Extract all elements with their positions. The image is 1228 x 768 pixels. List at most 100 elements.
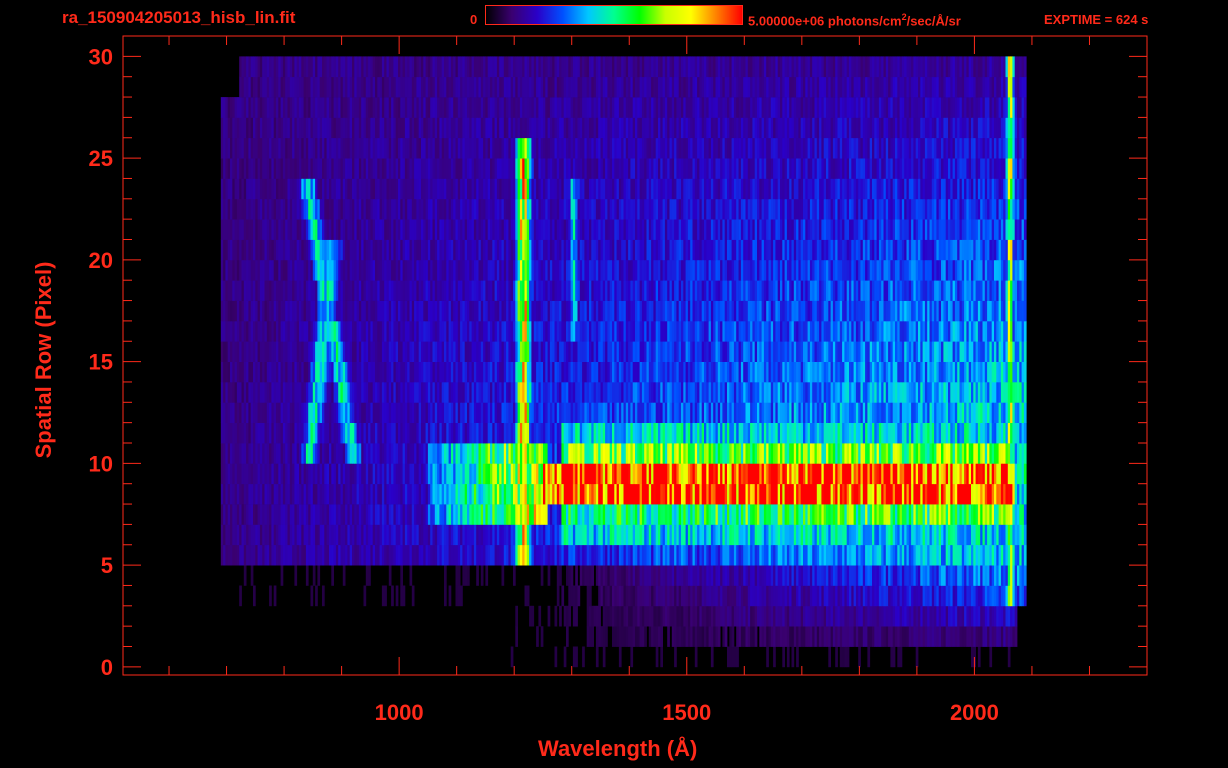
heatmap-cell — [729, 422, 732, 444]
heatmap-cell — [561, 402, 565, 423]
heatmap-cell — [773, 565, 776, 586]
heatmap-cell — [660, 361, 663, 383]
heatmap-cell — [326, 463, 330, 485]
heatmap-cell — [867, 565, 871, 586]
heatmap-cell — [803, 402, 806, 423]
heatmap-cell — [968, 422, 972, 444]
heatmap-cell — [980, 544, 983, 566]
heatmap-cell — [710, 504, 714, 525]
heatmap-cell — [427, 361, 431, 383]
heatmap-cell — [740, 565, 744, 586]
heatmap-cell — [349, 524, 353, 546]
heatmap-cell — [641, 565, 645, 586]
heatmap-cell — [1021, 565, 1025, 586]
heatmap-cell — [814, 443, 818, 464]
heatmap-cell — [731, 626, 735, 647]
spectrum-plot: 1000 1500 2000051015202530 — [89, 35, 1148, 725]
heatmap-cell — [416, 382, 420, 403]
heatmap-cell — [236, 320, 240, 342]
heatmap-cell — [655, 646, 659, 668]
heatmap-cell — [671, 382, 675, 403]
heatmap-cell — [1021, 443, 1025, 464]
heatmap-cell — [869, 544, 873, 566]
heatmap-cell — [865, 483, 868, 505]
heatmap-cell — [427, 402, 431, 423]
heatmap-cell — [975, 341, 979, 362]
heatmap-cell — [361, 422, 364, 444]
heatmap-cell — [444, 524, 447, 546]
heatmap-cell — [901, 585, 905, 607]
heatmap-cell — [883, 565, 887, 586]
heatmap-cell — [563, 483, 567, 505]
heatmap-cell — [655, 463, 659, 485]
heatmap-cell — [832, 565, 836, 586]
heatmap-cell — [467, 382, 470, 403]
heatmap-cell — [609, 524, 613, 546]
heatmap-cell — [648, 382, 652, 403]
heatmap-cell — [398, 524, 401, 546]
heatmap-cell — [952, 524, 956, 546]
heatmap-cell — [855, 483, 859, 505]
heatmap-cell — [835, 361, 838, 383]
heatmap-cell — [865, 443, 868, 464]
heatmap-cell — [434, 483, 438, 505]
heatmap-cell — [361, 361, 364, 383]
heatmap-cell — [842, 402, 845, 423]
heatmap-cell — [556, 382, 560, 403]
heatmap-cell — [478, 463, 482, 485]
heatmap-cell — [828, 361, 831, 383]
heatmap-cell — [262, 504, 265, 525]
heatmap-cell — [966, 524, 970, 546]
heatmap-cell — [554, 605, 558, 627]
heatmap-cell — [508, 443, 512, 464]
heatmap-cell — [635, 524, 638, 546]
heatmap-cell — [851, 361, 854, 383]
heatmap-cell — [720, 483, 723, 505]
heatmap-cell — [872, 443, 875, 464]
heatmap-cell — [878, 361, 882, 383]
heatmap-cell — [582, 402, 585, 423]
heatmap-cell — [803, 585, 806, 607]
heatmap-cell — [460, 504, 463, 525]
heatmap-cell — [934, 605, 937, 627]
heatmap-cell — [476, 463, 479, 485]
heatmap-cell — [761, 483, 765, 505]
heatmap-cell — [704, 483, 707, 505]
heatmap-cell — [243, 320, 247, 342]
heatmap-cell — [915, 463, 919, 485]
heatmap-cell — [266, 544, 270, 566]
heatmap-cell — [747, 605, 751, 627]
heatmap-cell — [710, 524, 714, 546]
heatmap-cell — [844, 504, 848, 525]
heatmap-cell — [253, 443, 256, 464]
heatmap-cell — [584, 341, 588, 362]
heatmap-cell — [315, 320, 318, 342]
heatmap-cell — [821, 605, 825, 627]
heatmap-cell — [566, 341, 569, 362]
heatmap-cell — [395, 524, 399, 546]
heatmap-cell — [398, 402, 401, 423]
heatmap-cell — [639, 585, 643, 607]
heatmap-cell — [612, 504, 615, 525]
heatmap-cell — [402, 504, 406, 525]
heatmap-cell — [547, 565, 551, 586]
heatmap-cell — [920, 524, 923, 546]
heatmap-cell — [821, 585, 825, 607]
heatmap-cell — [915, 605, 919, 627]
heatmap-cell — [513, 565, 516, 586]
heatmap-cell — [255, 361, 258, 383]
heatmap-cell — [676, 483, 680, 505]
heatmap-cell — [582, 524, 585, 546]
heatmap-cell — [250, 341, 254, 362]
heatmap-cell — [280, 504, 284, 525]
heatmap-cell — [724, 320, 728, 342]
heatmap-cell — [524, 402, 528, 423]
heatmap-cell — [444, 463, 447, 485]
heatmap-cell — [292, 443, 295, 464]
heatmap-cell — [814, 626, 818, 647]
heatmap-cell — [651, 565, 654, 586]
heatmap-cell — [262, 361, 265, 383]
heatmap-cell — [793, 320, 797, 342]
heatmap-cell — [559, 504, 562, 525]
heatmap-cell — [667, 382, 670, 403]
